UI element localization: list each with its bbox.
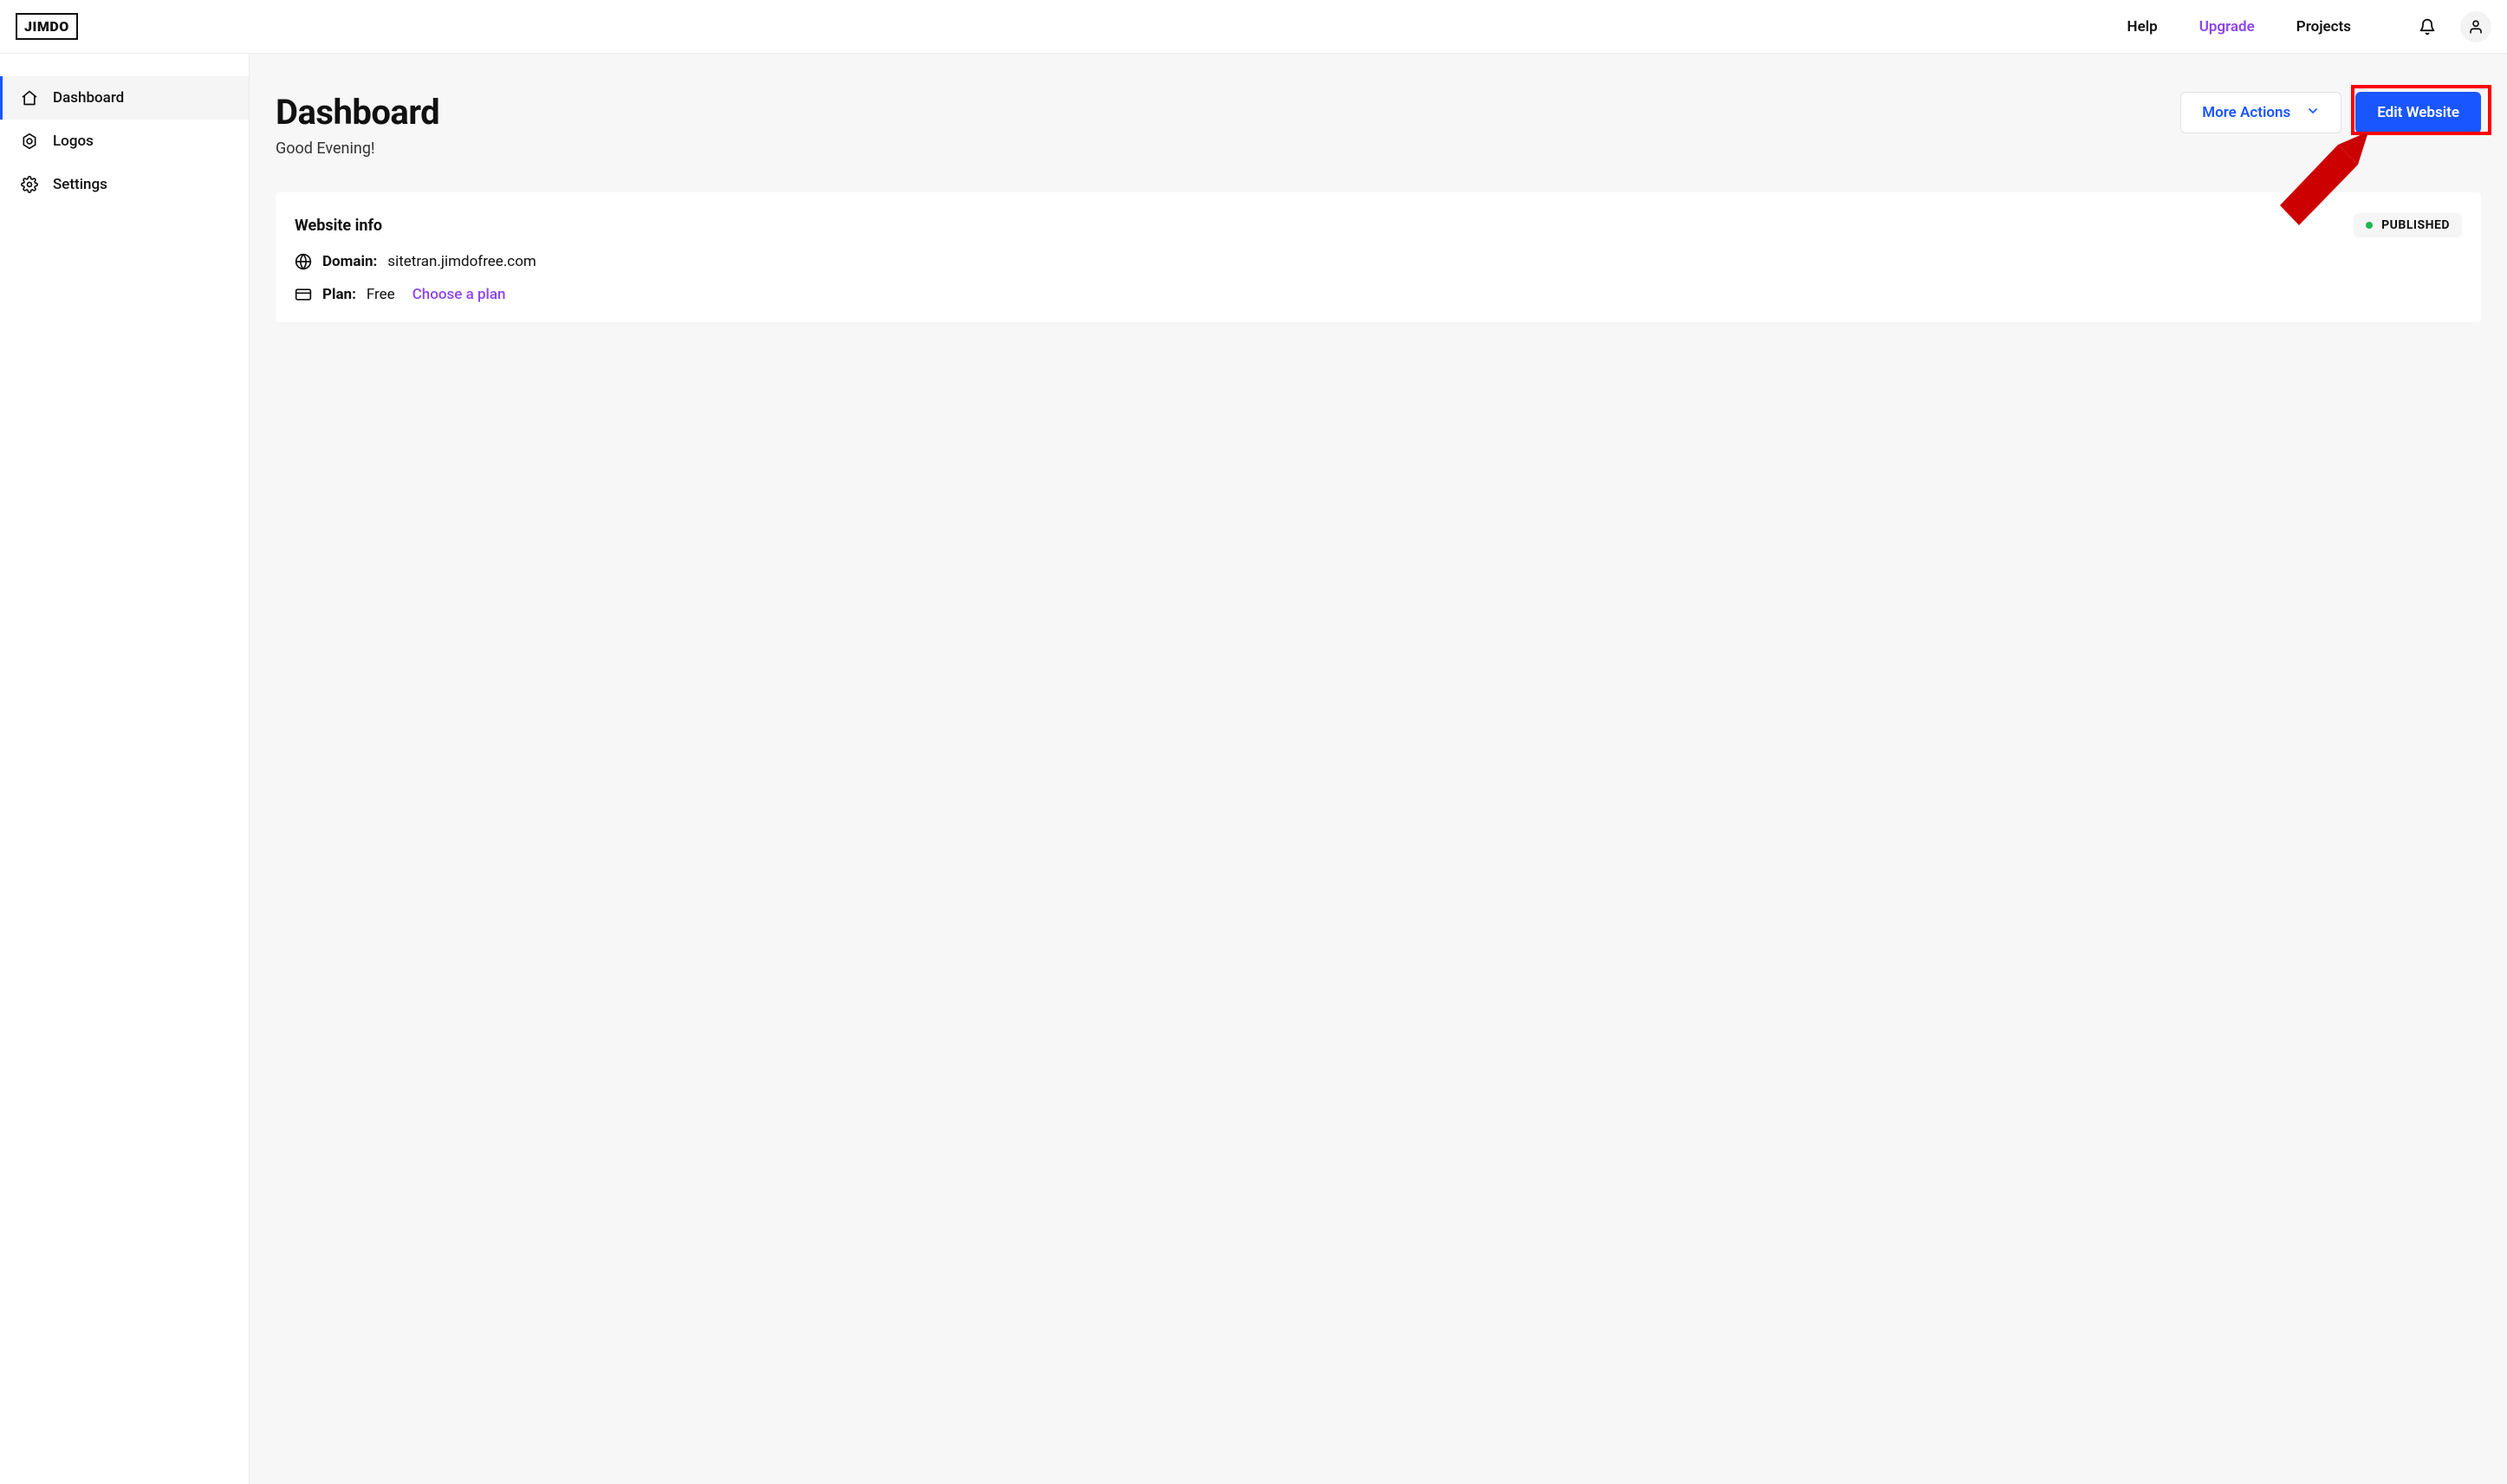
plan-label: Plan: [322,286,356,303]
domain-value: sitetran.jimdofree.com [387,253,536,270]
status-text: PUBLISHED [2381,218,2450,232]
user-avatar[interactable] [2460,11,2491,42]
top-nav: Help Upgrade Projects [2127,11,2491,42]
credit-card-icon [295,286,312,303]
sidebar-item-dashboard[interactable]: Dashboard [0,76,249,120]
domain-row: Domain: sitetran.jimdofree.com [295,253,2462,270]
sidebar-item-logos[interactable]: Logos [0,120,249,163]
chevron-down-icon [2306,104,2320,122]
sidebar-item-settings[interactable]: Settings [0,163,249,206]
nav-help[interactable]: Help [2127,18,2158,36]
main-content: Dashboard Good Evening! More Actions Edi… [250,54,2507,1484]
sidebar-item-label: Logos [53,133,94,150]
status-dot-icon [2366,222,2373,229]
page-actions: More Actions Edit Website [2180,92,2481,133]
card-title: Website info [295,217,382,235]
home-icon [20,88,39,107]
website-info-card: Website info PUBLISHED Domain: sitetran.… [276,192,2481,322]
user-icon [2468,19,2484,35]
sidebar-item-label: Dashboard [53,89,124,107]
globe-icon [295,253,312,270]
layout: Dashboard Logos Settings Dashboard Good … [0,54,2507,1484]
topbar: JIMDO Help Upgrade Projects [0,0,2507,54]
sidebar-item-label: Settings [53,176,107,193]
bell-icon[interactable] [2419,18,2436,36]
plan-row: Plan: Free Choose a plan [295,286,2462,303]
top-icons [2419,11,2491,42]
choose-plan-link[interactable]: Choose a plan [412,286,506,303]
logos-icon [20,132,39,151]
brand-logo[interactable]: JIMDO [16,13,78,40]
plan-value: Free [367,286,395,303]
edit-website-button[interactable]: Edit Website [2355,92,2481,133]
more-actions-button[interactable]: More Actions [2180,92,2341,133]
page-title: Dashboard [276,92,439,133]
card-header: Website info PUBLISHED [295,213,2462,237]
page-greeting: Good Evening! [276,139,439,158]
status-badge: PUBLISHED [2354,213,2462,237]
sidebar: Dashboard Logos Settings [0,54,250,1484]
more-actions-label: More Actions [2202,104,2290,121]
gear-icon [20,175,39,194]
page-header: Dashboard Good Evening! More Actions Edi… [276,92,2481,158]
edit-website-label: Edit Website [2377,104,2459,121]
nav-projects[interactable]: Projects [2296,18,2351,36]
domain-label: Domain: [322,253,377,270]
nav-upgrade[interactable]: Upgrade [2199,18,2255,36]
